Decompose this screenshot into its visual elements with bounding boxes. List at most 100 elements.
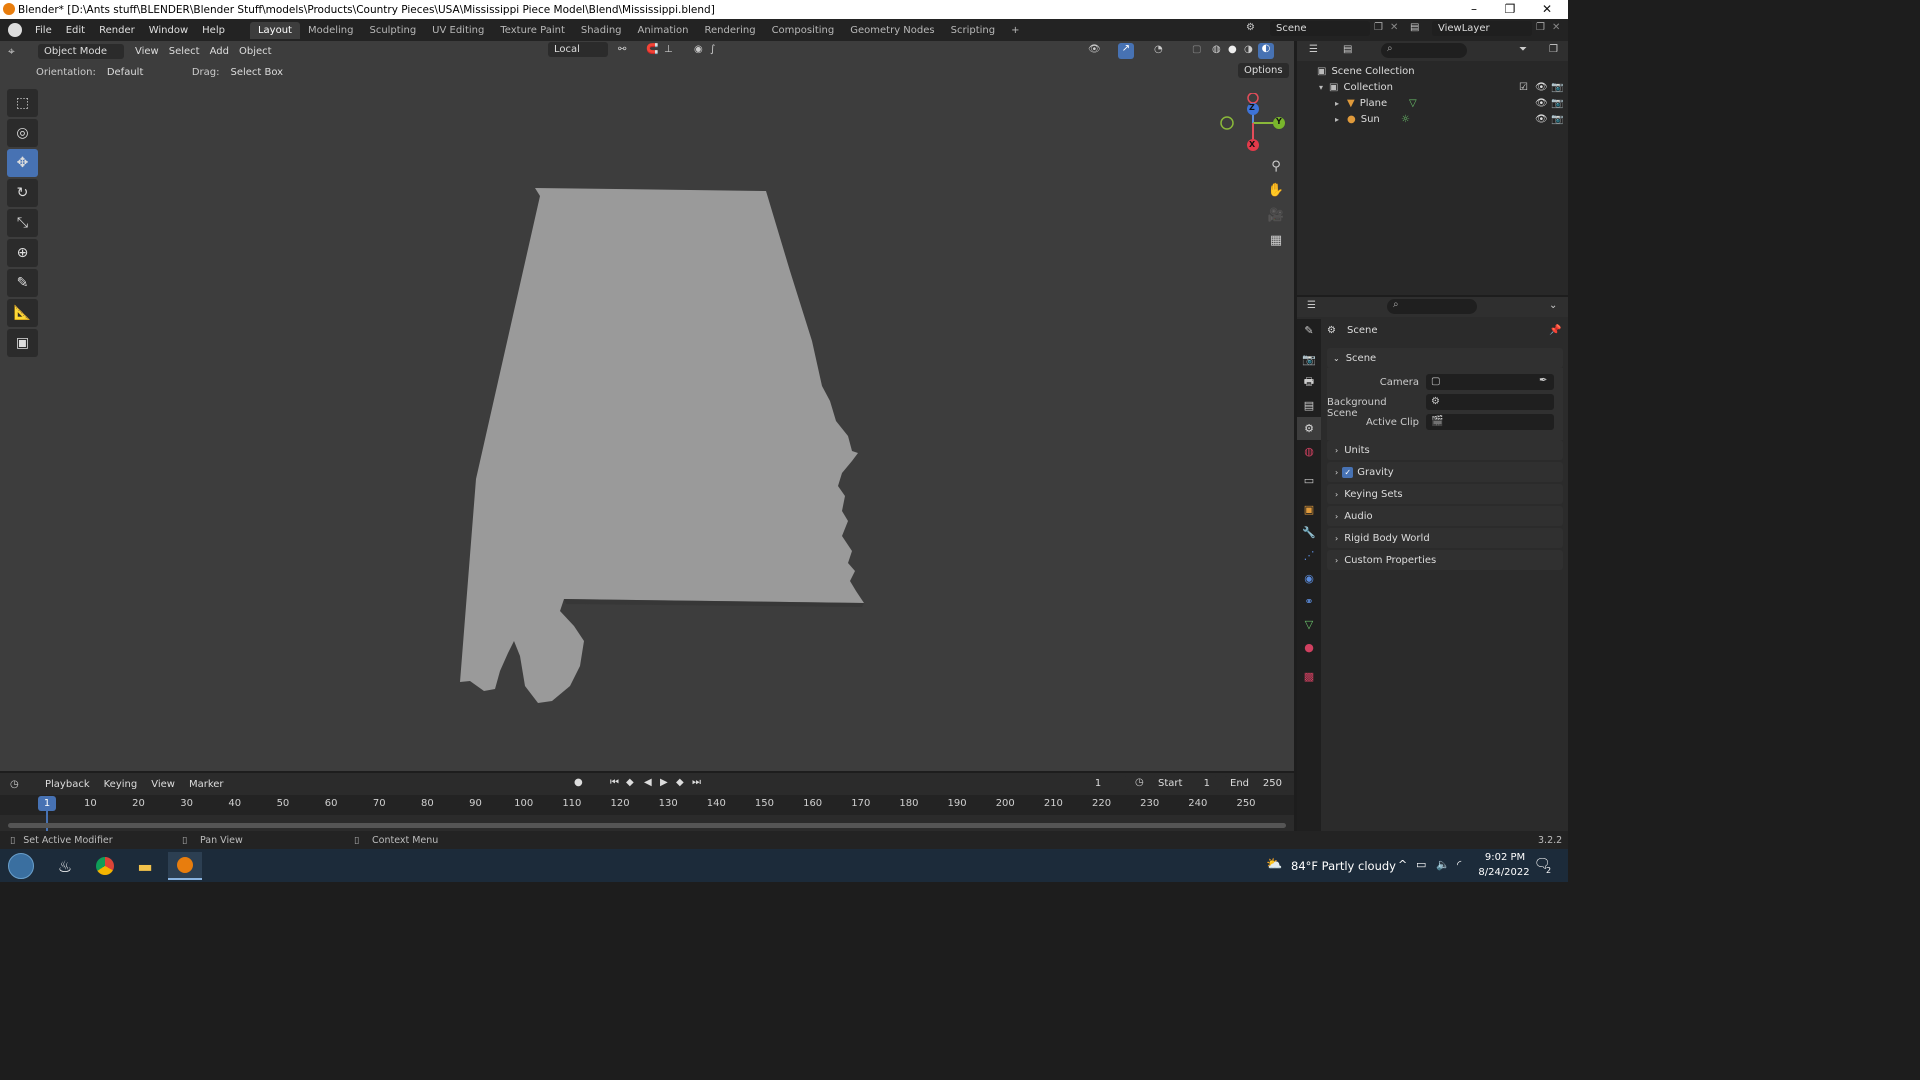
menu-render[interactable]: Render — [92, 25, 142, 36]
play-reverse-icon[interactable]: ◀ — [644, 777, 652, 788]
display-mode-icon[interactable]: ▤ — [1343, 44, 1352, 55]
physics-tab-icon[interactable]: ◉ — [1297, 567, 1321, 590]
tab-compositing[interactable]: Compositing — [764, 22, 843, 39]
keying-menu[interactable]: Keying — [99, 779, 143, 790]
menu-edit[interactable]: Edit — [59, 25, 92, 36]
rigid-body-world-panel-header[interactable]: › Rigid Body World — [1327, 528, 1563, 548]
units-panel-header[interactable]: › Units — [1327, 440, 1563, 460]
gravity-checkbox[interactable]: ✓ — [1342, 466, 1354, 478]
texture-tab-icon[interactable]: ▩ — [1297, 665, 1321, 688]
blender-menu-icon[interactable] — [8, 23, 22, 37]
new-collection-icon[interactable]: ❐ — [1549, 44, 1558, 55]
blender-taskbar-icon[interactable] — [168, 852, 202, 880]
scene-collection-row[interactable]: ▣ Scene Collection — [1297, 63, 1568, 79]
data-tab-icon[interactable]: ▽ — [1297, 613, 1321, 636]
viewlayer-selector[interactable]: ViewLayer — [1432, 21, 1532, 36]
tab-shading[interactable]: Shading — [573, 22, 630, 39]
expand-chevron-icon[interactable]: ▸ — [1335, 99, 1339, 108]
tab-texture-paint[interactable]: Texture Paint — [492, 22, 573, 39]
delete-scene-icon[interactable]: ✕ — [1390, 22, 1398, 33]
tab-layout[interactable]: Layout — [249, 21, 300, 39]
delete-viewlayer-icon[interactable]: ✕ — [1552, 22, 1560, 33]
volume-icon[interactable]: 🔈 — [1436, 858, 1450, 871]
current-frame-field[interactable]: 1 — [1068, 776, 1128, 791]
audio-panel-header[interactable]: › Audio — [1327, 506, 1563, 526]
pin-icon[interactable]: 📌 — [1549, 325, 1561, 336]
tab-sculpting[interactable]: Sculpting — [361, 22, 424, 39]
scene-selector[interactable]: Scene — [1270, 21, 1370, 36]
outliner-editor-icon[interactable]: ☰ — [1309, 44, 1318, 55]
expand-chevron-icon[interactable]: ▸ — [1335, 115, 1339, 124]
menu-file[interactable]: File — [28, 25, 59, 36]
close-button[interactable]: ✕ — [1530, 0, 1564, 19]
collection-row[interactable]: ▾ ▣ Collection ☑ 👁 📷 — [1297, 79, 1568, 95]
camera-field[interactable] — [1426, 374, 1554, 390]
world-tab-icon[interactable]: ◍ — [1297, 440, 1321, 463]
tab-rendering[interactable]: Rendering — [696, 22, 763, 39]
scene-panel-header[interactable]: ⌄ Scene — [1327, 348, 1563, 368]
light-data-icon[interactable]: ☼ — [1401, 114, 1410, 125]
modifier-tab-icon[interactable]: 🔧 — [1297, 521, 1321, 544]
output-tab-icon[interactable]: 🖶 — [1297, 371, 1321, 394]
outliner-item-sun[interactable]: ▸ ● Sun ☼ 👁 📷 — [1297, 111, 1568, 127]
minimize-button[interactable]: – — [1457, 0, 1491, 19]
object-tab-icon[interactable]: ▣ — [1297, 498, 1321, 521]
timeline-ruler[interactable]: 1 10 20 30 40 50 60 70 80 90 100 110 120 130 140 150 160… — [0, 795, 1294, 831]
auto-keying-icon[interactable]: ● — [574, 777, 583, 788]
start-frame-field[interactable]: Start 1 — [1152, 776, 1218, 791]
next-keyframe-icon[interactable]: ◆ — [676, 777, 684, 788]
start-button-icon[interactable] — [4, 852, 38, 880]
weather-text[interactable]: 84°F Partly cloudy — [1291, 859, 1396, 873]
play-icon[interactable]: ▶ — [660, 777, 668, 788]
visibility-eye-icon[interactable]: 👁 — [1535, 82, 1548, 93]
render-tab-icon[interactable]: 📷 — [1297, 348, 1321, 371]
keying-sets-panel-header[interactable]: › Keying Sets — [1327, 484, 1563, 504]
clock-date[interactable]: 8/24/2022 — [1475, 867, 1533, 878]
new-viewlayer-icon[interactable]: ❐ — [1536, 22, 1545, 33]
properties-editor-icon[interactable]: ☰ — [1307, 300, 1316, 311]
prev-keyframe-icon[interactable]: ◆ — [626, 777, 634, 788]
tab-uv-editing[interactable]: UV Editing — [424, 22, 492, 39]
chrome-icon[interactable] — [88, 852, 122, 880]
tray-chevron-icon[interactable]: ^ — [1398, 858, 1407, 871]
tool-tab-icon[interactable]: ✎ — [1297, 319, 1321, 342]
outliner-search-input[interactable]: ⌕ — [1381, 43, 1467, 58]
steam-icon[interactable]: ♨ — [48, 852, 82, 880]
render-camera-icon[interactable]: 📷 — [1551, 114, 1563, 125]
timeline-view-menu[interactable]: View — [146, 779, 180, 790]
visibility-eye-icon[interactable]: 👁 — [1535, 114, 1548, 125]
timeline-scrollbar[interactable] — [8, 823, 1286, 828]
perspective-grid-icon[interactable]: ▦ — [1266, 233, 1286, 253]
scene-tab-icon[interactable]: ⚙ — [1297, 417, 1321, 440]
exclude-checkbox-icon[interactable]: ☑ — [1519, 82, 1528, 93]
menu-window[interactable]: Window — [142, 25, 195, 36]
menu-help[interactable]: Help — [195, 25, 232, 36]
tab-modeling[interactable]: Modeling — [300, 22, 362, 39]
maximize-button[interactable]: ❐ — [1493, 0, 1527, 19]
3d-viewport[interactable]: ⌖ Object Mode View Select Add Object Loc… — [0, 41, 1294, 771]
preview-range-icon[interactable]: ◷ — [1135, 777, 1144, 788]
mesh-data-icon[interactable]: ▽ — [1409, 98, 1417, 109]
end-frame-field[interactable]: End 250 — [1224, 776, 1288, 791]
zoom-icon[interactable]: ⚲ — [1266, 159, 1286, 179]
render-camera-icon[interactable]: 📷 — [1551, 82, 1563, 93]
clock-time[interactable]: 9:02 PM — [1480, 852, 1530, 863]
camera-view-icon[interactable]: 🎥 — [1266, 208, 1286, 228]
plane-object-shape[interactable] — [0, 41, 1294, 771]
tab-geometry-nodes[interactable]: Geometry Nodes — [842, 22, 942, 39]
timeline-editor-icon[interactable]: ◷ — [10, 779, 32, 790]
wifi-icon[interactable]: ◜ — [1457, 858, 1461, 871]
weather-icon[interactable]: ⛅ — [1266, 857, 1282, 872]
add-workspace-button[interactable]: + — [1003, 22, 1027, 39]
eyedropper-icon[interactable]: ✒ — [1539, 375, 1547, 386]
navigation-gizmo[interactable]: Z Y X — [1220, 92, 1290, 153]
view-layer-tab-icon[interactable]: ▤ — [1297, 394, 1321, 417]
jump-end-icon[interactable]: ⏭ — [692, 777, 701, 788]
material-tab-icon[interactable]: ● — [1297, 636, 1321, 659]
properties-search-input[interactable]: ⌕ — [1387, 299, 1477, 314]
gravity-panel-header[interactable]: › ✓ Gravity — [1327, 462, 1563, 482]
jump-start-icon[interactable]: ⏮ — [610, 777, 619, 788]
tab-animation[interactable]: Animation — [630, 22, 697, 39]
active-clip-field[interactable] — [1426, 414, 1554, 430]
filter-icon[interactable]: ⏷ — [1519, 44, 1527, 55]
